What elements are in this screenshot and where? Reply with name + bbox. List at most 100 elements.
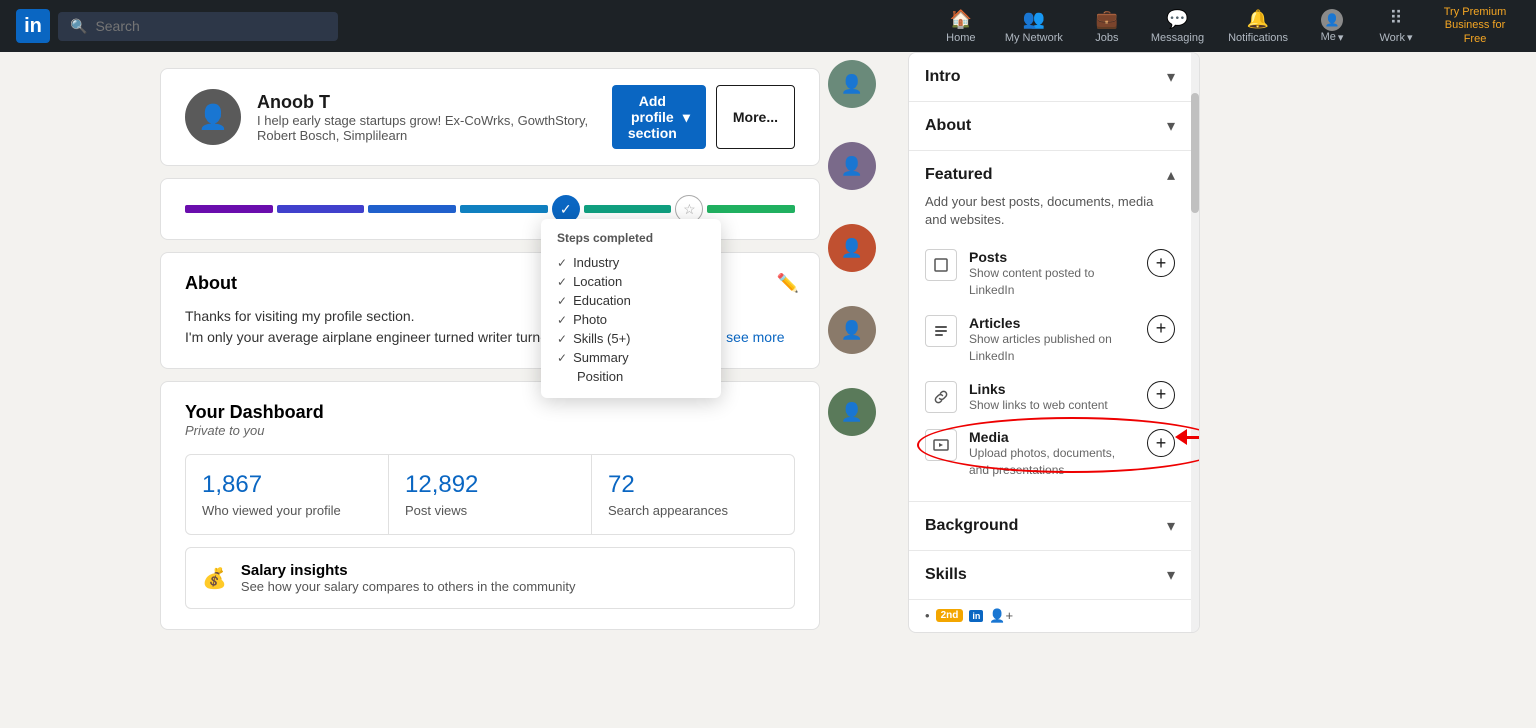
person-avatar-1[interactable]: 👤 [828, 60, 876, 108]
linkedin-logo[interactable]: in [16, 9, 50, 43]
posts-add-button[interactable]: + [1147, 249, 1175, 277]
step-location-label: Location [573, 274, 622, 289]
skills-chevron: ▾ [1167, 565, 1175, 585]
add-profile-section-button[interactable]: Add profile section ▾ [612, 85, 706, 149]
panel-scrollbar[interactable] [1191, 53, 1199, 632]
stat-profile-views[interactable]: 1,867 Who viewed your profile [186, 455, 389, 534]
step-summary: ✓ Summary [557, 348, 705, 367]
nav-jobs[interactable]: 💼 Jobs [1077, 3, 1137, 50]
jobs-icon: 💼 [1096, 9, 1118, 30]
profile-panel: Intro ▾ About ▾ Featured ▴ [908, 52, 1200, 633]
media-item-wrapper: Media Upload photos, documents, and pres… [925, 421, 1175, 487]
about-edit-button[interactable]: ✏️ [777, 273, 799, 294]
panel-skills-title: Skills [925, 566, 967, 584]
stat-post-views[interactable]: 12,892 Post views [389, 455, 592, 534]
linkedin-small-icon: in [969, 610, 983, 622]
steps-completed-label: Steps completed [557, 231, 705, 245]
featured-header[interactable]: Featured ▴ [925, 165, 1175, 185]
nav-me[interactable]: 👤 Me ▾ [1302, 3, 1362, 50]
stat-label-posts: Post views [405, 503, 575, 518]
links-add-button[interactable]: + [1147, 381, 1175, 409]
salary-title: Salary insights [241, 562, 576, 579]
search-bar[interactable]: 🔍 [58, 12, 338, 41]
bottom-row: • 2nd in 👤+ [909, 600, 1191, 632]
check-icon-4: ✓ [557, 313, 567, 327]
progress-section: ✓ ☆ Steps completed ✓ Industry ✓ Locatio… [160, 178, 820, 240]
see-more-link[interactable]: see more [726, 329, 784, 345]
home-icon: 🏠 [950, 9, 972, 30]
add-section-label: Add profile section [628, 93, 677, 141]
featured-item-posts: Posts Show content posted to LinkedIn + [925, 241, 1175, 307]
stats-row: 1,867 Who viewed your profile 12,892 Pos… [185, 454, 795, 535]
person-avatar-3[interactable]: 👤 [828, 224, 876, 272]
people-sidebar: 👤 👤 👤 👤 👤 [820, 52, 910, 444]
stat-number-posts: 12,892 [405, 471, 575, 499]
stat-label-views: Who viewed your profile [202, 503, 372, 518]
step-position-label: Position [577, 369, 623, 384]
check-icon-3: ✓ [557, 294, 567, 308]
media-subtitle: Upload photos, documents, and presentati… [969, 445, 1135, 479]
links-icon [925, 381, 957, 413]
panel-content: Intro ▾ About ▾ Featured ▴ [909, 53, 1199, 632]
avatar: 👤 [1321, 9, 1343, 31]
progress-seg-6 [707, 205, 795, 213]
step-industry-label: Industry [573, 255, 619, 270]
links-subtitle: Show links to web content [969, 397, 1135, 414]
media-add-button[interactable]: + [1147, 429, 1175, 457]
dashboard-subtitle: Private to you [185, 423, 795, 438]
progress-seg-4 [460, 205, 548, 213]
scrollbar-thumb [1191, 93, 1199, 213]
salary-icon: 💰 [202, 566, 227, 591]
background-header[interactable]: Background ▾ [925, 516, 1175, 536]
articles-add-button[interactable]: + [1147, 315, 1175, 343]
arrow-head [1175, 429, 1187, 445]
articles-subtitle: Show articles published on LinkedIn [969, 331, 1135, 365]
panel-section-about: About ▾ [909, 102, 1191, 151]
nav-messaging[interactable]: 💬 Messaging [1141, 3, 1214, 50]
posts-icon [925, 249, 957, 281]
notifications-icon: 🔔 [1247, 9, 1269, 30]
featured-chevron: ▴ [1167, 165, 1175, 185]
nav-me-label: Me ▾ [1321, 31, 1344, 44]
work-icon: ⠿ [1389, 8, 1402, 29]
profile-name: Anoob T [257, 92, 596, 113]
intro-chevron: ▾ [1167, 67, 1175, 87]
nav-work[interactable]: ⠿ Work ▾ [1366, 2, 1426, 50]
search-icon: 🔍 [70, 18, 87, 35]
intro-header[interactable]: Intro ▾ [925, 67, 1175, 87]
nav-network[interactable]: 👥 My Network [995, 3, 1073, 50]
navbar-nav: 🏠 Home 👥 My Network 💼 Jobs 💬 Messaging 🔔… [931, 2, 1520, 50]
nav-notifications[interactable]: 🔔 Notifications [1218, 3, 1298, 50]
person-avatar-4[interactable]: 👤 [828, 306, 876, 354]
messaging-icon: 💬 [1166, 9, 1188, 30]
panel-section-skills: Skills ▾ [909, 551, 1191, 600]
nav-premium[interactable]: Try Premium Business for Free [1430, 2, 1520, 50]
salary-insights[interactable]: 💰 Salary insights See how your salary co… [185, 547, 795, 609]
progress-seg-3 [368, 205, 456, 213]
check-icon-6: ✓ [557, 351, 567, 365]
person-avatar-5[interactable]: 👤 [828, 388, 876, 436]
posts-subtitle: Show content posted to LinkedIn [969, 265, 1135, 299]
articles-icon [925, 315, 957, 347]
skills-header[interactable]: Skills ▾ [925, 565, 1175, 585]
featured-item-articles: Articles Show articles published on Link… [925, 307, 1175, 373]
person-avatar-2[interactable]: 👤 [828, 142, 876, 190]
about-header[interactable]: About ▾ [925, 116, 1175, 136]
dropdown-icon: ▾ [683, 109, 690, 126]
left-panel: 👤 Anoob T I help early stage startups gr… [0, 52, 820, 676]
panel-section-background: Background ▾ [909, 502, 1191, 551]
check-icon-2: ✓ [557, 275, 567, 289]
nav-work-label: Work ▾ [1380, 31, 1413, 44]
dashboard-section: Your Dashboard Private to you 1,867 Who … [160, 381, 820, 630]
more-button[interactable]: More... [716, 85, 795, 149]
step-position: Position [557, 367, 705, 386]
profile-avatar: 👤 [185, 89, 241, 145]
search-input[interactable] [95, 18, 326, 34]
nav-home-label: Home [946, 32, 975, 44]
stat-search-appearances[interactable]: 72 Search appearances [592, 455, 794, 534]
step-skills-label: Skills (5+) [573, 331, 630, 346]
links-text: Links Show links to web content [969, 381, 1135, 414]
connect-icon[interactable]: 👤+ [989, 608, 1013, 624]
page-wrapper: 👤 Anoob T I help early stage startups gr… [0, 52, 1536, 676]
nav-home[interactable]: 🏠 Home [931, 3, 991, 50]
